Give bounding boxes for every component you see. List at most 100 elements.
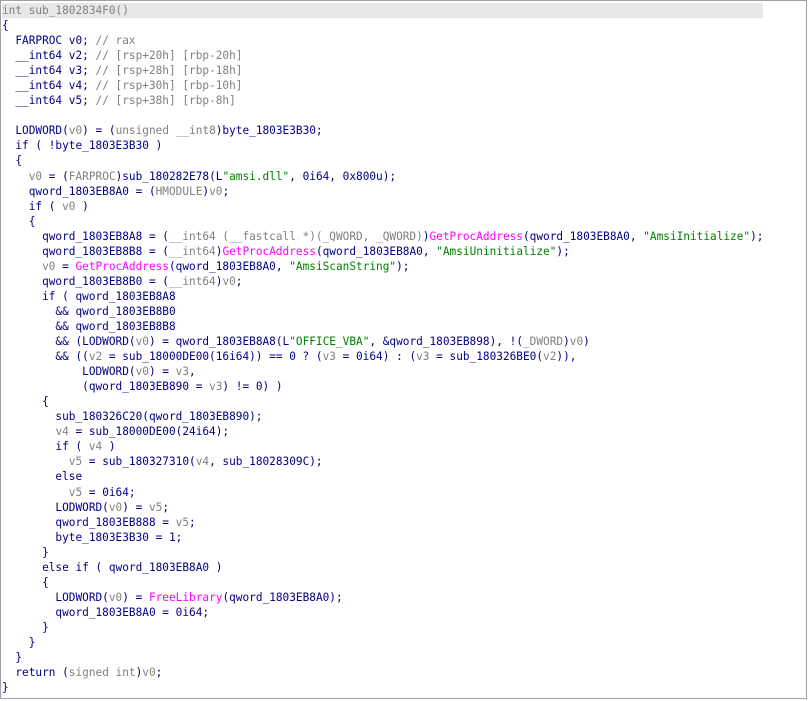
code-line[interactable]: LODWORD(v0) = v5; bbox=[2, 500, 763, 515]
code-line[interactable]: && qword_1803EB8B8 bbox=[2, 319, 763, 334]
local-variable-token: HMODULE bbox=[155, 184, 203, 198]
code-line[interactable]: else bbox=[2, 469, 763, 484]
code-line[interactable]: else if ( qword_1803EB8A0 ) bbox=[2, 560, 763, 575]
local-variable-token: v0 bbox=[135, 335, 149, 349]
code-line[interactable]: && ((v2 = sub_18000DE00(16i64)) == 0 ? (… bbox=[2, 349, 763, 364]
code-token: __int64 v5; bbox=[2, 94, 96, 108]
code-line[interactable]: qword_1803EB8A0 = 0i64; bbox=[2, 605, 763, 620]
code-token: (qword_1803EB8A0); bbox=[222, 590, 343, 604]
code-line[interactable]: { bbox=[2, 214, 763, 229]
code-line[interactable]: } bbox=[2, 545, 763, 560]
code-token: && qword_1803EB8B0 bbox=[2, 304, 176, 318]
code-token: else if ( qword_1803EB8A0 ) bbox=[2, 560, 223, 574]
code-line[interactable]: { bbox=[2, 18, 763, 33]
code-token: if ( qword_1803EB8A8 bbox=[2, 289, 176, 303]
code-token: qword_1803EB8A8 = ( bbox=[2, 229, 169, 243]
code-line[interactable]: qword_1803EB888 = v5; bbox=[2, 515, 763, 530]
code-line[interactable]: LODWORD(v0) = (unsigned __int8)byte_1803… bbox=[2, 123, 763, 138]
string-literal-token: "AmsiInitialize" bbox=[643, 229, 751, 243]
code-token: )sub_180282E78(L bbox=[115, 169, 223, 183]
code-line[interactable]: { bbox=[2, 575, 763, 590]
code-token: = bbox=[55, 259, 76, 273]
code-line[interactable]: __int64 v4; // [rsp+30h] [rbp-10h] bbox=[2, 78, 763, 93]
code-line[interactable]: return (signed int)v0; bbox=[2, 665, 763, 680]
code-token: __int64 v2; bbox=[2, 49, 96, 63]
code-line[interactable]: { bbox=[2, 153, 763, 168]
code-line[interactable]: } bbox=[2, 650, 763, 665]
code-token: else bbox=[2, 470, 83, 484]
code-token: ) bbox=[102, 440, 116, 454]
code-token: } bbox=[2, 545, 49, 559]
code-line[interactable]: if ( !byte_1803E3B30 ) bbox=[2, 138, 763, 153]
local-variable-token: v3 bbox=[175, 365, 190, 379]
code-line[interactable]: } bbox=[2, 680, 763, 695]
code-token: )), bbox=[556, 350, 577, 364]
code-token: ; bbox=[155, 666, 163, 680]
code-token: = ( bbox=[42, 169, 69, 183]
code-line[interactable]: v0 = (FARPROC)sub_180282E78(L"amsi.dll",… bbox=[2, 169, 763, 184]
code-token: ) = ( bbox=[82, 124, 116, 138]
code-line[interactable]: sub_180326C20(qword_1803EB890); bbox=[2, 409, 763, 424]
comment-token: // [rsp+28h] [rbp-18h] bbox=[95, 64, 243, 78]
code-line[interactable]: if ( qword_1803EB8A8 bbox=[2, 289, 763, 304]
pseudocode-view[interactable]: int sub_1802834F0(){ FARPROC v0; // rax … bbox=[0, 0, 807, 699]
code-line[interactable]: v5 = 0i64; bbox=[2, 485, 763, 500]
local-variable-token: unsigned __int8 bbox=[115, 124, 216, 138]
local-variable-token: v0 bbox=[142, 666, 156, 680]
code-line[interactable]: v5 = sub_180327310(v4, sub_18028309C); bbox=[2, 454, 763, 469]
code-line[interactable]: v4 = sub_18000DE00(24i64); bbox=[2, 424, 763, 439]
comment-token: // rax bbox=[95, 34, 136, 48]
code-line[interactable]: && qword_1803EB8B0 bbox=[2, 304, 763, 319]
code-token: ) bbox=[583, 335, 590, 349]
code-token: { bbox=[2, 19, 9, 33]
code-token: ) = bbox=[122, 500, 149, 514]
code-line[interactable]: LODWORD(v0) = FreeLibrary(qword_1803EB8A… bbox=[2, 590, 763, 605]
code-token: } bbox=[2, 681, 9, 695]
code-token: = sub_180327310( bbox=[82, 455, 196, 469]
local-variable-token: v5 bbox=[68, 455, 83, 469]
code-token: LODWORD( bbox=[2, 124, 69, 138]
code-line[interactable]: && (LODWORD(v0) = qword_1803EB8A8(L"OFFI… bbox=[2, 334, 763, 349]
pseudocode-text[interactable]: int sub_1802834F0(){ FARPROC v0; // rax … bbox=[2, 3, 764, 695]
code-line[interactable]: FARPROC v0; // rax bbox=[2, 33, 763, 48]
code-line[interactable]: qword_1803EB8A0 = (HMODULE)v0; bbox=[2, 184, 763, 199]
api-call-token: FreeLibrary bbox=[148, 590, 223, 604]
code-line[interactable]: __int64 v5; // [rsp+38h] [rbp-8h] bbox=[2, 93, 763, 108]
code-token: (qword_1803EB8A0, bbox=[523, 229, 644, 243]
code-line[interactable]: v0 = GetProcAddress(qword_1803EB8A0, "Am… bbox=[2, 259, 763, 274]
local-variable-token: v4 bbox=[55, 425, 69, 439]
code-line[interactable]: byte_1803E3B30 = 1; bbox=[2, 530, 763, 545]
code-line[interactable]: qword_1803EB8B0 = (__int64)v0; bbox=[2, 274, 763, 289]
code-line[interactable]: qword_1803EB8A8 = (__int64 (__fastcall *… bbox=[2, 229, 763, 244]
local-variable-token: v0 bbox=[135, 365, 149, 379]
code-token: ) bbox=[75, 199, 89, 213]
local-variable-token: v0 bbox=[222, 274, 236, 288]
code-line[interactable]: if ( v4 ) bbox=[2, 439, 763, 454]
code-line[interactable]: __int64 v3; // [rsp+28h] [rbp-18h] bbox=[2, 63, 763, 78]
code-token: ; bbox=[222, 184, 230, 198]
code-line[interactable]: (qword_1803EB890 = v3) != 0) ) bbox=[2, 379, 763, 394]
code-token: = 0i64; bbox=[82, 485, 136, 499]
code-line[interactable]: if ( v0 ) bbox=[2, 199, 763, 214]
code-token: qword_1803EB888 = bbox=[2, 515, 176, 529]
code-line[interactable]: int sub_1802834F0() bbox=[2, 3, 764, 19]
code-line[interactable]: qword_1803EB8B8 = (__int64)GetProcAddres… bbox=[2, 244, 763, 259]
code-line[interactable]: { bbox=[2, 394, 763, 409]
code-token: ; bbox=[189, 515, 196, 529]
local-variable-token: v0 bbox=[108, 500, 123, 514]
local-variable-token: v5 bbox=[148, 500, 163, 514]
code-line[interactable]: } bbox=[2, 620, 763, 635]
code-line[interactable]: LODWORD(v0) = v3, bbox=[2, 364, 763, 379]
code-token: if ( bbox=[2, 199, 63, 213]
code-token: ); bbox=[396, 259, 410, 273]
code-token: qword_1803EB8B0 = ( bbox=[2, 274, 169, 288]
code-token: __int64 v4; bbox=[2, 79, 96, 93]
code-line[interactable]: __int64 v2; // [rsp+20h] [rbp-20h] bbox=[2, 48, 763, 63]
code-line[interactable]: ​ bbox=[2, 108, 763, 123]
code-token: { bbox=[2, 575, 49, 589]
code-token: ; bbox=[235, 274, 243, 288]
code-line[interactable]: } bbox=[2, 635, 763, 650]
local-variable-token: v0 bbox=[569, 335, 584, 349]
